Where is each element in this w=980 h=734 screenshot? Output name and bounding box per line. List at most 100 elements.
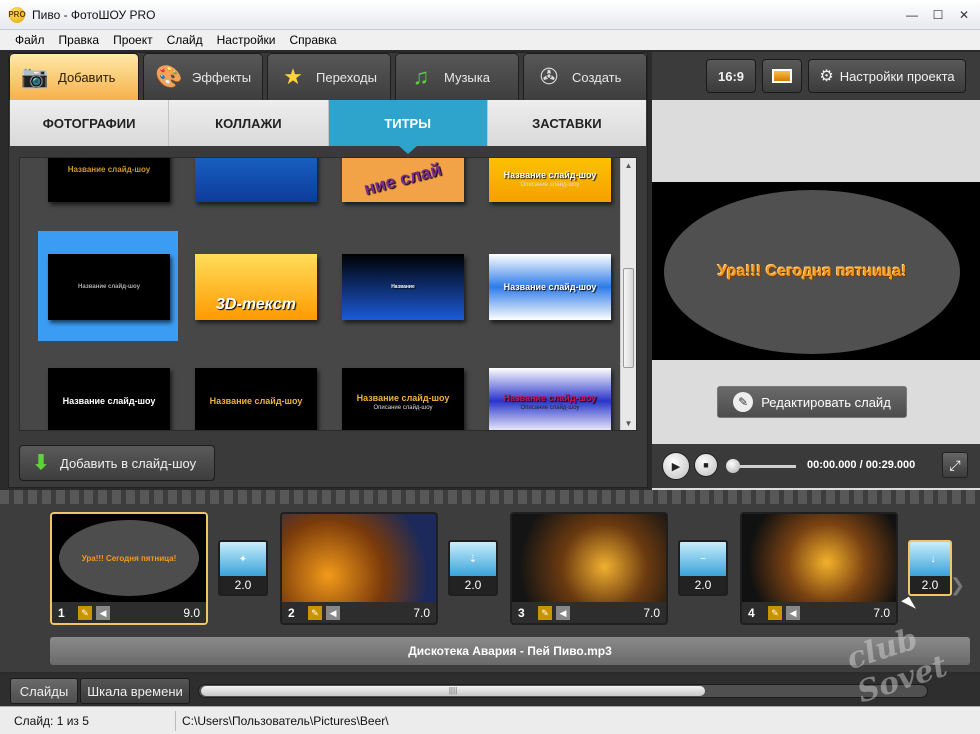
template-label: Название слайд-шоу [503,392,597,403]
tab-timeline[interactable]: Шкала времени [80,678,190,704]
title-template[interactable]: 3D-текст [195,254,317,320]
title-template[interactable]: Название слайд-шоу [48,368,170,430]
subtab-titles[interactable]: ТИТРЫ [328,100,488,154]
menu-help[interactable]: Справка [282,33,343,47]
subtab-photos[interactable]: ФОТОГРАФИИ [10,100,170,146]
subtab-collages[interactable]: КОЛЛАЖИ [169,100,329,146]
menu-file[interactable]: Файл [8,33,52,47]
slide-info-bar: 2 ✎ ◀ 7.0 [282,602,436,623]
slide-duration: 7.0 [643,605,660,620]
audio-track[interactable]: Дискотека Авария - Пей Пиво.mp3 [50,637,970,665]
slide-info-bar: 1 ✎ ◀ 9.0 [52,602,206,623]
template-sublabel: Описание слайд-шоу [520,181,580,188]
palette-icon: 🎨 [155,64,183,89]
add-to-slideshow-button[interactable]: ⬇ Добавить в слайд-шоу [19,445,215,481]
tab-effects[interactable]: 🎨 Эффекты [143,53,263,100]
close-icon[interactable]: ✕ [956,8,972,22]
menu-slide[interactable]: Слайд [160,33,210,47]
transition-thumbnail[interactable]: ~ 2.0 [678,540,728,596]
tab-create-label: Создать [572,69,622,85]
title-template[interactable]: Название слайд-шоу [48,254,170,320]
pencil-icon[interactable]: ✎ [538,605,552,620]
slide-number: 1 [58,605,65,620]
star-icon: ★ [283,64,303,89]
scroll-thumb[interactable] [623,268,634,368]
pencil-icon[interactable]: ✎ [308,605,322,620]
menu-settings[interactable]: Настройки [210,33,283,47]
pencil-icon[interactable]: ✎ [78,605,92,620]
tab-music[interactable]: ♫ Музыка [395,53,519,100]
slide-thumbnail[interactable]: 4 ✎ ◀ 7.0 [740,512,898,625]
slide-thumbnail[interactable]: Ура!!! Сегодня пятница! 1 ✎ ◀ 9.0 [50,512,208,625]
view-tabs: Слайды Шкала времени |||| [0,674,980,706]
menu-project[interactable]: Проект [106,33,160,47]
title-template[interactable] [195,158,317,202]
slide-duration: 7.0 [413,605,430,620]
tab-slides[interactable]: Слайды [10,678,78,704]
transition-duration: 2.0 [921,578,939,592]
title-template[interactable]: Название [342,254,464,320]
strip-scroll-thumb[interactable]: |||| [201,686,705,696]
titles-gallery: Название слайд-шоу ние слай Название сла… [19,157,637,431]
tab-transitions[interactable]: ★ Переходы [267,53,391,100]
title-template[interactable]: Название слайд-шоу [195,368,317,430]
down-arrow-icon: ⬇ [32,452,50,474]
title-template[interactable]: Название слайд-шоу Описание слайд-шоу [489,368,611,430]
speaker-icon[interactable]: ◀ [786,605,800,620]
film-perforation [0,490,980,504]
slide-number: 4 [748,605,755,620]
pencil-icon[interactable]: ✎ [768,605,782,620]
template-label: Название слайд-шоу [356,392,450,403]
scroll-up-icon[interactable]: ▲ [621,158,636,174]
template-sublabel: Описание слайд-шоу [373,404,433,411]
scroll-down-icon[interactable]: ▼ [621,416,636,430]
speaker-icon[interactable]: ◀ [326,605,340,620]
transition-thumbnail[interactable]: ↓ 2.0 [908,540,952,596]
preview-oval: Ура!!! Сегодня пятница! [664,190,960,354]
minimize-icon[interactable]: — [904,8,920,22]
tab-create[interactable]: ✇ Создать [523,53,647,100]
edit-slide-button[interactable]: ✎ Редактировать слайд [717,386,907,418]
slide-thumbnail[interactable]: 3 ✎ ◀ 7.0 [510,512,668,625]
transition-thumbnail[interactable]: ⇣ 2.0 [448,540,498,596]
maximize-icon[interactable]: ☐ [930,8,946,22]
right-panel: 16:9 ⚙ Настройки проекта Ура!!! Сегодня … [652,52,980,492]
image-icon [772,69,792,83]
camera-icon: 📷 [21,64,49,89]
slide-image [742,514,896,602]
background-image-button[interactable] [762,59,802,93]
seek-track[interactable] [734,465,796,468]
title-template[interactable]: Название слайд-шоу [489,254,611,320]
title-template[interactable]: Название слайд-шоу Описание слайд-шоу [489,158,611,202]
preview-area: Ура!!! Сегодня пятница! [652,100,980,492]
template-label: Название слайд-шоу [78,283,140,290]
project-settings-button[interactable]: ⚙ Настройки проекта [808,59,966,93]
menu-edit[interactable]: Правка [52,33,107,47]
stop-icon[interactable]: ■ [694,453,718,477]
transition-thumbnail[interactable]: ✦ 2.0 [218,540,268,596]
player-controls: ▶ ■ 00:00.000 / 00:29.000 ⤢ [652,444,980,488]
gallery-scrollbar[interactable]: ▲ ▼ [620,158,636,430]
title-template[interactable]: Название слайд-шоу Описание слайд-шоу [342,368,464,430]
aspect-ratio-button[interactable]: 16:9 [706,59,756,93]
speaker-icon[interactable]: ◀ [556,605,570,620]
slide-thumbnail-text: Ура!!! Сегодня пятница! [81,553,177,563]
template-label: Название слайд-шоу [209,395,303,406]
title-template[interactable]: ние слай [342,158,464,202]
seek-handle[interactable] [726,459,740,473]
title-bar: PRO Пиво - ФотоШОУ PRO — ☐ ✕ [0,0,980,30]
transition-duration: 2.0 [694,578,712,592]
strip-scrollbar[interactable]: |||| [198,684,928,698]
fullscreen-icon[interactable]: ⤢ [942,452,968,478]
transition-image: ✦ [220,542,266,576]
template-label: 3D-текст [216,295,296,313]
template-label: Название слайд-шоу [503,169,597,180]
play-icon[interactable]: ▶ [662,452,690,480]
slide-duration: 7.0 [873,605,890,620]
title-template[interactable]: Название слайд-шоу [48,158,170,202]
subtab-intros[interactable]: ЗАСТАВКИ [488,100,646,146]
speaker-icon[interactable]: ◀ [96,605,110,620]
slide-thumbnail[interactable]: 2 ✎ ◀ 7.0 [280,512,438,625]
scroll-right-icon[interactable]: ❯ [950,575,965,596]
tab-add[interactable]: 📷 Добавить [9,53,139,100]
